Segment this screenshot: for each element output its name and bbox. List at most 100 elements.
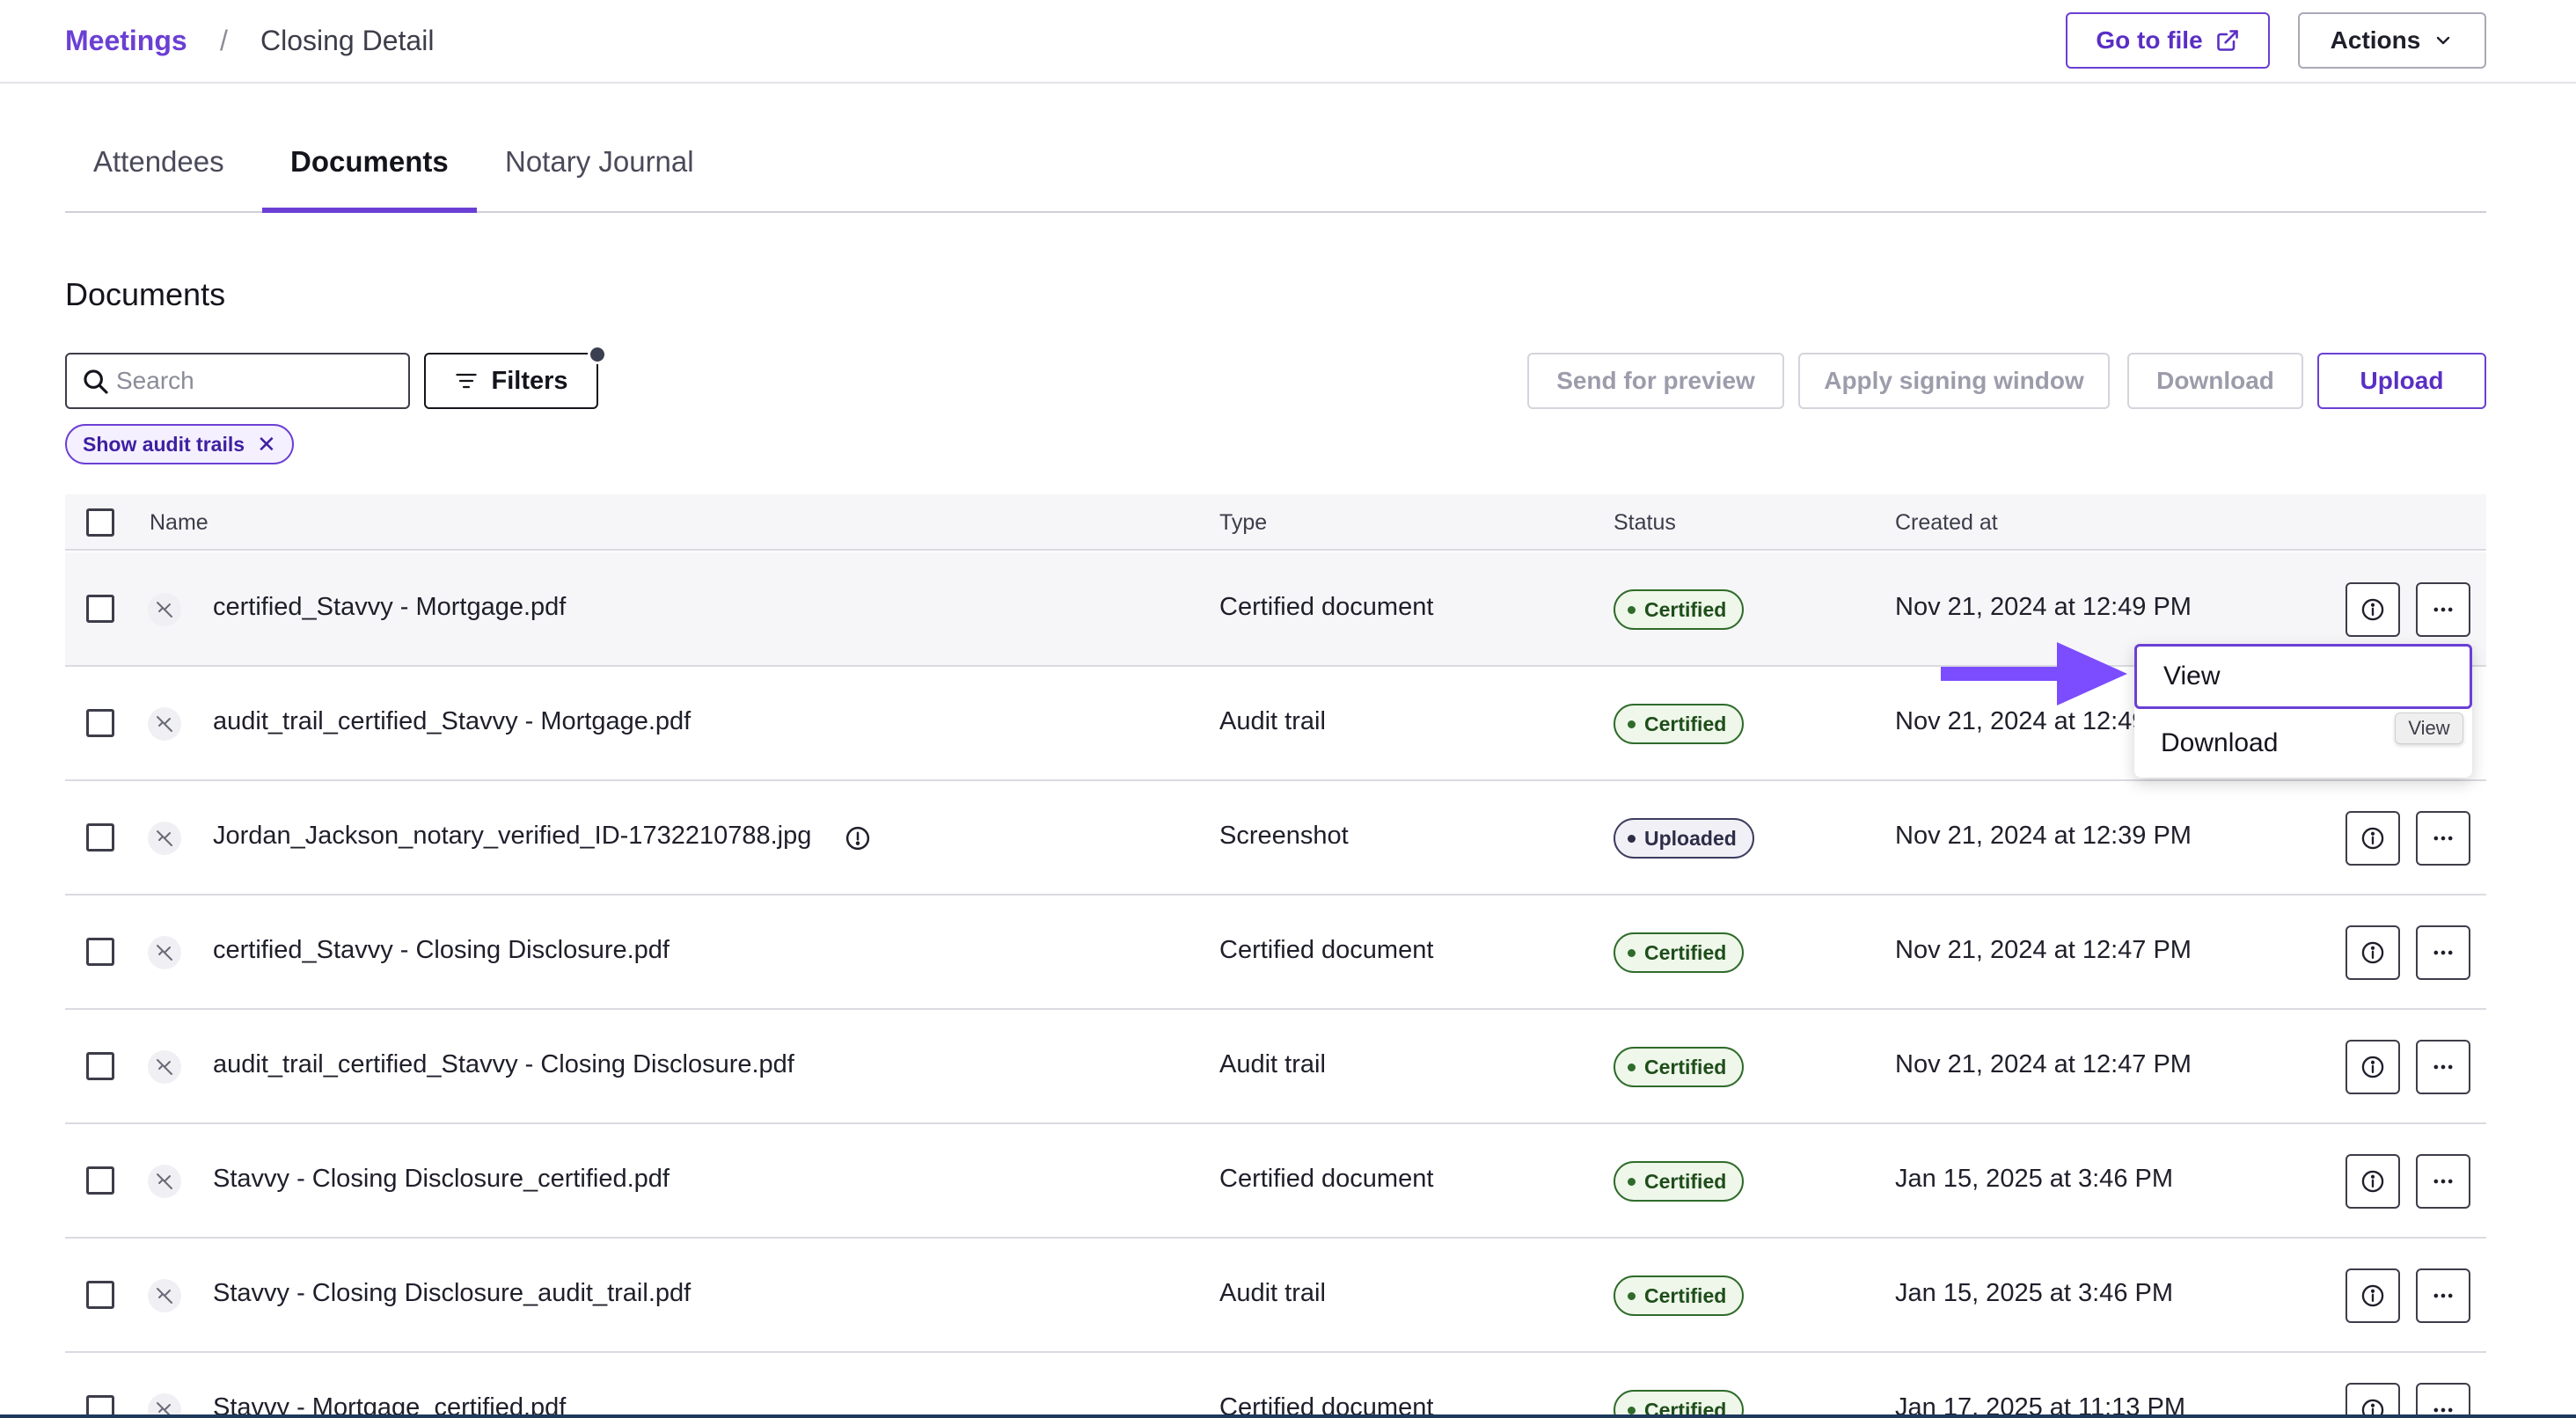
created-at: Jan 15, 2025 at 3:46 PM [1895, 1165, 2173, 1193]
info-button[interactable] [2345, 925, 2400, 980]
apply-signing-window-button[interactable]: Apply signing window [1798, 353, 2110, 409]
more-horizontal-icon [2433, 1293, 2453, 1298]
document-type: Audit trail [1219, 1050, 1326, 1078]
document-type: Certified document [1219, 1165, 1434, 1193]
status-badge: Certified [1614, 704, 1745, 744]
status-badge: Certified [1614, 589, 1745, 630]
document-type: Screenshot [1219, 822, 1349, 850]
document-name[interactable]: Stavvy - Closing Disclosure_certified.pd… [213, 1165, 670, 1194]
info-button[interactable] [2345, 1040, 2400, 1094]
document-type: Audit trail [1219, 1279, 1326, 1307]
created-at: Nov 21, 2024 at 12:47 PM [1895, 936, 2192, 964]
search-input[interactable] [116, 367, 398, 395]
info-icon [2361, 827, 2384, 850]
tab-attendees[interactable]: Attendees [65, 141, 252, 211]
no-preview-icon [148, 936, 181, 969]
menu-item-view[interactable]: View [2134, 644, 2472, 709]
no-preview-icon [148, 593, 181, 626]
section-title: Documents [65, 276, 226, 312]
breadcrumb-separator: / [220, 25, 228, 56]
filter-chip-audit-trails[interactable]: Show audit trails ✕ [65, 424, 294, 464]
document-type: Certified document [1219, 593, 1434, 621]
go-to-file-label: Go to file [2096, 26, 2203, 54]
status-badge: Certified [1614, 1275, 1745, 1316]
go-to-file-button[interactable]: Go to file [2066, 12, 2270, 69]
document-name[interactable]: audit_trail_certified_Stavvy - Mortgage.… [213, 707, 691, 736]
more-horizontal-icon [2433, 1064, 2453, 1070]
more-horizontal-icon [2433, 950, 2453, 955]
status-badge: Certified [1614, 1047, 1745, 1087]
info-button[interactable] [2345, 811, 2400, 866]
breadcrumb-current: Closing Detail [260, 25, 435, 56]
row-checkbox[interactable] [86, 1166, 114, 1195]
filter-icon [456, 373, 478, 389]
document-name[interactable]: certified_Stavvy - Mortgage.pdf [213, 593, 566, 622]
info-icon [2361, 941, 2384, 964]
table-row[interactable]: Stavvy - Mortgage_certified.pdf Certifie… [65, 1353, 2486, 1418]
row-checkbox[interactable] [86, 938, 114, 966]
download-button[interactable]: Download [2127, 353, 2303, 409]
send-for-preview-button[interactable]: Send for preview [1527, 353, 1784, 409]
table-row[interactable]: Jordan_Jackson_notary_verified_ID-173221… [65, 781, 2486, 895]
tooltip: View [2395, 713, 2463, 744]
tab-documents[interactable]: Documents [262, 141, 477, 213]
search-icon [84, 369, 108, 394]
document-type: Audit trail [1219, 707, 1326, 735]
table-row[interactable]: Stavvy - Closing Disclosure_audit_trail.… [65, 1239, 2486, 1353]
actions-dropdown-button[interactable]: Actions [2298, 12, 2486, 69]
column-header-status: Status [1614, 510, 1676, 535]
breadcrumb-meetings-link[interactable]: Meetings [65, 23, 187, 58]
info-button[interactable] [2345, 1268, 2400, 1323]
filter-chip-label: Show audit trails [83, 432, 245, 456]
created-at: Jan 15, 2025 at 3:46 PM [1895, 1279, 2173, 1307]
more-options-button[interactable] [2416, 1154, 2470, 1209]
document-name[interactable]: audit_trail_certified_Stavvy - Closing D… [213, 1050, 794, 1079]
select-all-checkbox[interactable] [86, 508, 114, 537]
document-name[interactable]: Jordan_Jackson_notary_verified_ID-173221… [213, 822, 811, 851]
row-checkbox[interactable] [86, 823, 114, 852]
chevron-down-icon [2437, 36, 2450, 45]
table-row[interactable]: audit_trail_certified_Stavvy - Closing D… [65, 1010, 2486, 1124]
more-options-button[interactable] [2416, 1268, 2470, 1323]
more-options-button[interactable] [2416, 582, 2470, 637]
more-options-button[interactable] [2416, 811, 2470, 866]
no-preview-icon [148, 1050, 181, 1084]
filter-active-indicator [588, 345, 607, 364]
info-button[interactable] [2345, 1154, 2400, 1209]
info-button[interactable] [2345, 1383, 2400, 1418]
status-badge: Certified [1614, 932, 1745, 973]
created-at: Nov 21, 2024 at 12:39 PM [1895, 822, 2192, 850]
external-link-icon [2216, 30, 2238, 51]
created-at: Nov 21, 2024 at 12:47 PM [1895, 1050, 2192, 1078]
column-header-created-at: Created at [1895, 510, 1998, 535]
column-header-type: Type [1219, 510, 1268, 535]
column-header-name: Name [150, 510, 209, 535]
status-badge: Certified [1614, 1161, 1745, 1202]
more-options-button[interactable] [2416, 1383, 2470, 1418]
row-checkbox[interactable] [86, 709, 114, 737]
document-name[interactable]: certified_Stavvy - Closing Disclosure.pd… [213, 936, 670, 965]
more-horizontal-icon [2433, 607, 2453, 612]
upload-button[interactable]: Upload [2317, 353, 2486, 409]
created-at: Nov 21, 2024 at 12:49 PM [1895, 593, 2192, 621]
info-icon [2361, 598, 2384, 621]
info-icon [2361, 1170, 2384, 1193]
row-checkbox[interactable] [86, 1281, 114, 1309]
row-checkbox[interactable] [86, 595, 114, 623]
close-icon[interactable]: ✕ [257, 431, 276, 458]
row-actions-menu: View Download [2134, 644, 2472, 778]
info-button[interactable] [2345, 582, 2400, 637]
more-options-button[interactable] [2416, 1040, 2470, 1094]
no-preview-icon [148, 707, 181, 741]
info-icon [2361, 1284, 2384, 1307]
document-name[interactable]: Stavvy - Closing Disclosure_audit_trail.… [213, 1279, 691, 1308]
table-row[interactable]: certified_Stavvy - Closing Disclosure.pd… [65, 895, 2486, 1010]
tab-notary-journal[interactable]: Notary Journal [477, 141, 722, 211]
info-icon[interactable] [845, 825, 871, 852]
more-options-button[interactable] [2416, 925, 2470, 980]
row-checkbox[interactable] [86, 1052, 114, 1080]
filters-button[interactable]: Filters [424, 353, 598, 409]
tab-bar: Attendees Documents Notary Journal [65, 132, 2486, 213]
no-preview-icon [148, 1165, 181, 1198]
table-row[interactable]: Stavvy - Closing Disclosure_certified.pd… [65, 1124, 2486, 1239]
